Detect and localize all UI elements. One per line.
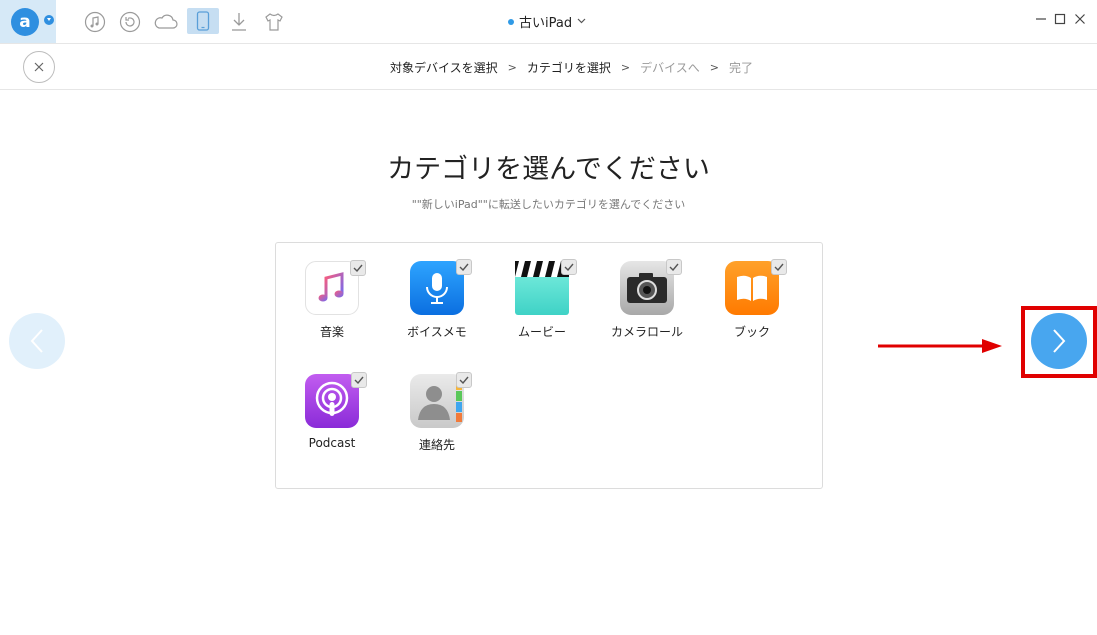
step-select-device: 対象デバイスを選択 bbox=[390, 61, 498, 75]
contacts-icon bbox=[410, 372, 472, 428]
checkmark-icon bbox=[774, 263, 784, 271]
cloud-icon[interactable] bbox=[153, 9, 179, 35]
connection-status-dot bbox=[508, 18, 514, 25]
app-logo-icon: a bbox=[11, 8, 39, 36]
device-name: 古いiPad bbox=[519, 16, 573, 31]
app-logo-button[interactable]: a bbox=[0, 0, 56, 43]
category-label: ムービー bbox=[517, 325, 566, 339]
breadcrumb: 対象デバイスを選択 > カテゴリを選択 > デバイスへ > 完了 bbox=[390, 59, 753, 76]
camera-icon bbox=[620, 259, 682, 315]
checkbox-music[interactable] bbox=[350, 260, 366, 276]
checkbox-podcast[interactable] bbox=[351, 372, 367, 388]
step-select-category: カテゴリを選択 bbox=[526, 61, 611, 75]
voice-memo-icon bbox=[410, 259, 472, 315]
step-separator: > bbox=[709, 61, 719, 74]
chevron-right-icon bbox=[1053, 329, 1066, 353]
device-icon[interactable] bbox=[187, 8, 219, 34]
step-to-device: デバイスへ bbox=[640, 61, 700, 75]
checkbox-movie[interactable] bbox=[561, 259, 577, 275]
checkbox-books[interactable] bbox=[771, 259, 787, 275]
previous-button[interactable] bbox=[9, 313, 65, 369]
category-movie[interactable]: ムービー bbox=[497, 259, 587, 340]
restore-icon[interactable] bbox=[117, 9, 143, 35]
music-icon[interactable] bbox=[82, 9, 108, 35]
chevron-down-icon bbox=[44, 15, 54, 25]
category-books[interactable]: ブック bbox=[707, 259, 797, 340]
next-button[interactable] bbox=[1031, 313, 1087, 369]
close-icon[interactable] bbox=[1073, 12, 1087, 26]
books-icon bbox=[725, 259, 787, 315]
category-label: カメラロール bbox=[610, 325, 683, 339]
checkbox-camera-roll[interactable] bbox=[666, 259, 682, 275]
music-app-icon bbox=[305, 260, 366, 315]
category-voice-memo[interactable]: ボイスメモ bbox=[392, 259, 482, 340]
category-label: ボイスメモ bbox=[407, 325, 467, 339]
step-bar: 対象デバイスを選択 > カテゴリを選択 > デバイスへ > 完了 bbox=[0, 44, 1097, 90]
page-title: カテゴリを選んでください bbox=[387, 154, 710, 185]
maximize-icon[interactable] bbox=[1053, 12, 1067, 26]
category-music[interactable]: 音楽 bbox=[287, 260, 377, 340]
download-icon[interactable] bbox=[226, 9, 252, 35]
cancel-button[interactable] bbox=[23, 51, 55, 83]
close-icon bbox=[34, 62, 44, 72]
checkmark-icon bbox=[353, 264, 363, 272]
chevron-down-icon bbox=[577, 17, 586, 27]
checkmark-icon bbox=[459, 376, 469, 384]
step-separator: > bbox=[507, 61, 517, 74]
category-panel: 音楽 ボイスメモ ムービー カメラロール ブック Podcast 連絡先 bbox=[275, 242, 823, 489]
title-bar: a 古いiPad bbox=[0, 0, 1097, 44]
checkmark-icon bbox=[564, 263, 574, 271]
category-label: Podcast bbox=[308, 436, 356, 450]
chevron-left-icon bbox=[30, 329, 43, 353]
device-selector[interactable]: 古いiPad bbox=[508, 12, 586, 31]
category-contacts[interactable]: 連絡先 bbox=[392, 372, 482, 453]
page-subtitle: ""新しいiPad""に転送したいカテゴリを選んでください bbox=[411, 198, 686, 211]
category-podcast[interactable]: Podcast bbox=[287, 372, 377, 450]
annotation-arrow bbox=[878, 339, 1002, 353]
step-separator: > bbox=[620, 61, 631, 74]
minimize-icon[interactable] bbox=[1034, 12, 1048, 26]
checkbox-voice-memo[interactable] bbox=[456, 259, 472, 275]
podcast-icon bbox=[305, 372, 367, 428]
movie-icon bbox=[515, 259, 577, 315]
checkbox-contacts[interactable] bbox=[456, 372, 472, 388]
category-label: 音楽 bbox=[319, 325, 344, 339]
checkmark-icon bbox=[459, 263, 469, 271]
category-label: ブック bbox=[733, 325, 770, 339]
category-camera-roll[interactable]: カメラロール bbox=[602, 259, 692, 340]
step-complete: 完了 bbox=[728, 61, 753, 75]
tshirt-icon[interactable] bbox=[261, 9, 287, 35]
checkmark-icon bbox=[354, 376, 364, 384]
category-label: 連絡先 bbox=[418, 438, 455, 452]
checkmark-icon bbox=[669, 263, 679, 271]
